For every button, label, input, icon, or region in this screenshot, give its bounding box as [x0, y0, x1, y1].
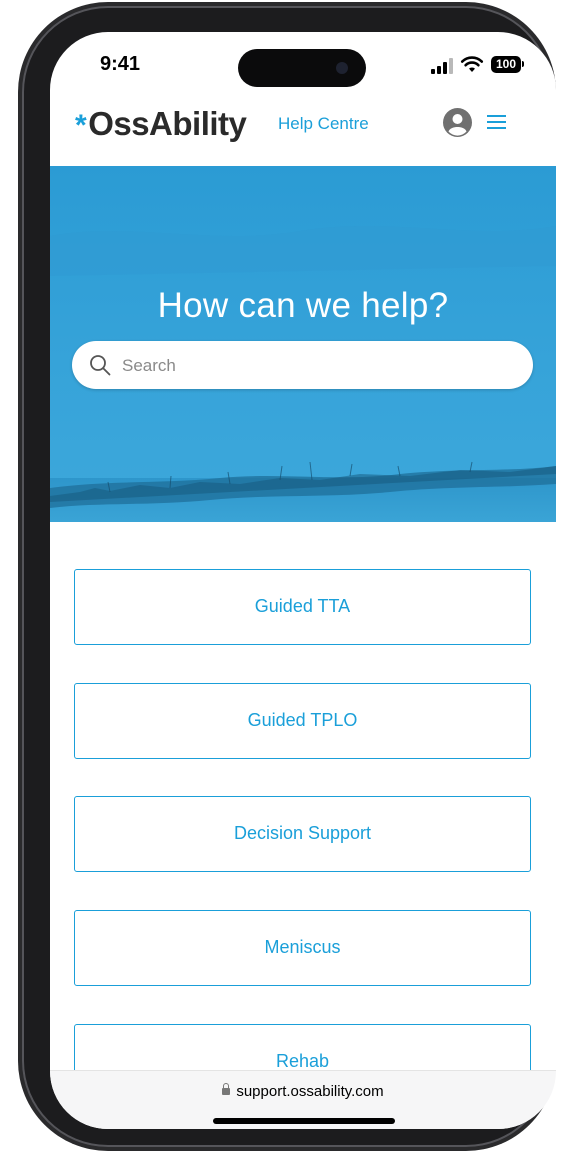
cellular-signal-icon	[431, 58, 457, 74]
lock-icon	[222, 1083, 231, 1095]
status-time: 9:41	[100, 53, 141, 75]
help-centre-link[interactable]: Help Centre	[278, 114, 369, 134]
logo-star-icon: *	[75, 109, 87, 142]
ossability-logo[interactable]: *OssAbility	[75, 105, 247, 143]
hero-title: How can we help?	[157, 286, 449, 325]
user-avatar-icon[interactable]	[443, 108, 472, 137]
search-icon	[90, 355, 111, 376]
search-bar[interactable]	[72, 341, 533, 391]
status-bar: 9:41 100	[50, 32, 556, 102]
hamburger-menu-icon[interactable]	[487, 115, 506, 129]
category-decision-support[interactable]: Decision Support	[74, 796, 531, 872]
hero-banner: How can we help?	[50, 166, 556, 522]
category-guided-tta[interactable]: Guided TTA	[74, 569, 531, 645]
battery-icon: 100	[491, 56, 521, 73]
site-header: *OssAbility Help Centre	[50, 102, 556, 166]
search-input[interactable]	[120, 341, 524, 391]
browser-address-bar[interactable]: support.ossability.com	[50, 1070, 556, 1129]
phone-screen: 9:41 100 *OssAbility Help Centre How can…	[50, 32, 556, 1129]
category-meniscus[interactable]: Meniscus	[74, 910, 531, 986]
camera-icon	[336, 62, 348, 74]
url-display[interactable]: support.ossability.com	[50, 1083, 556, 1100]
dynamic-island	[238, 49, 366, 87]
category-guided-tplo[interactable]: Guided TPLO	[74, 683, 531, 759]
home-indicator[interactable]	[213, 1118, 395, 1124]
wifi-icon	[460, 56, 484, 72]
url-text: support.ossability.com	[236, 1083, 384, 1100]
battery-tip	[522, 61, 524, 67]
logo-text: OssAbility	[88, 105, 247, 142]
